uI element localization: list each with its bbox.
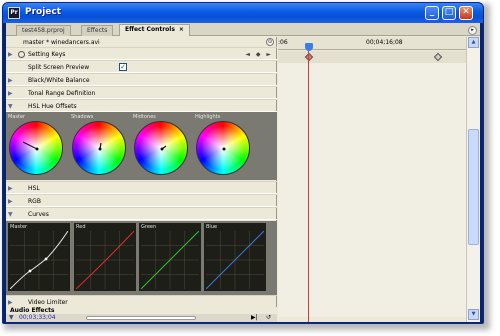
tab-project-file[interactable]: test458.prproj <box>16 25 71 36</box>
tonal-range-label: Tonal Range Definition <box>28 90 96 97</box>
vertical-scrollbar[interactable]: ▲ ▼ <box>466 37 480 322</box>
setting-keys-label: Setting Keys <box>28 51 66 58</box>
video-limiter-label: Video Limiter <box>28 299 68 306</box>
wheel-title: Midtones <box>133 114 156 120</box>
audio-effects-header: Audio Effects <box>6 307 277 314</box>
hsl-label: HSL <box>28 185 40 192</box>
current-timecode[interactable]: 00;03;33;04 <box>19 314 56 321</box>
tab-bar: test458.prproj Effects Effect Controls × … <box>6 23 480 36</box>
expand-triangle-icon[interactable]: ▶ <box>8 198 13 205</box>
row-split-preview: Split Screen Preview ✓ <box>6 60 277 73</box>
wheel-midtones: Midtones <box>131 114 197 176</box>
audio-effects-label: Audio Effects <box>10 307 55 314</box>
color-wheel[interactable] <box>9 121 63 175</box>
curves-area: Master Red Green Blue <box>6 221 277 295</box>
ruler-start-time: :06 <box>278 39 288 46</box>
window-title: Project <box>25 7 62 17</box>
keyframe-track <box>278 51 466 63</box>
scroll-down-arrow-icon[interactable]: ▼ <box>468 309 479 320</box>
row-tonal-range[interactable]: ▶ Tonal Range Definition <box>6 86 277 99</box>
curve-master[interactable]: Master <box>8 223 70 291</box>
expand-triangle-icon[interactable]: ▶ <box>8 77 13 84</box>
hue-wheels-area: Master Shadows Midtones Highlights <box>6 112 277 180</box>
zoom-triangle-icon[interactable]: ▼ <box>9 314 14 321</box>
wheel-title: Master <box>8 114 26 120</box>
close-button[interactable]: ✕ <box>459 6 473 20</box>
curve-blue[interactable]: Blue <box>204 223 266 291</box>
color-wheel[interactable] <box>196 121 250 175</box>
zoom-slider[interactable] <box>86 316 196 320</box>
show-timeline-icon[interactable]: ⊙ <box>266 38 274 46</box>
client-area: test458.prproj Effects Effect Controls × … <box>6 23 480 322</box>
stopwatch-icon[interactable] <box>18 51 25 58</box>
bw-balance-label: Black/White Balance <box>28 77 90 84</box>
keyframe-marker[interactable] <box>304 52 314 62</box>
curve-green[interactable]: Green <box>139 223 201 291</box>
panel-menu-icon[interactable]: ▸ <box>468 26 477 35</box>
playhead-line <box>308 51 309 322</box>
tab-effect-controls[interactable]: Effect Controls × <box>119 24 190 36</box>
time-ruler[interactable]: :06 00;04;16;08 <box>278 37 466 51</box>
expand-triangle-icon[interactable]: ▶ <box>8 51 13 58</box>
project-window: Pr Project _ □ ✕ test458.prproj Effects … <box>2 2 484 324</box>
wheel-shadows: Shadows <box>69 114 135 176</box>
source-clip-label: master * winedancers.avi <box>23 39 100 46</box>
premiere-app-icon: Pr <box>8 7 20 19</box>
wheel-highlights: Highlights <box>193 114 259 176</box>
maximize-button[interactable]: □ <box>442 6 456 20</box>
expand-triangle-icon[interactable]: ▶ <box>8 185 13 192</box>
curves-label: Curves <box>28 211 49 218</box>
row-curves[interactable]: ▼ Curves <box>6 207 277 220</box>
wheel-title: Shadows <box>71 114 94 120</box>
wheel-title: Highlights <box>195 114 221 120</box>
keyframe-nav-icons[interactable]: ◄ ◆ ► <box>245 51 273 58</box>
status-bar: ▼ 00;03;33;04 ▶| ↺ <box>6 314 277 322</box>
playhead-handle[interactable] <box>305 43 313 51</box>
title-bar[interactable]: Pr Project _ □ ✕ <box>3 3 483 23</box>
source-row: master * winedancers.avi ⊙ <box>6 37 277 47</box>
row-hsl[interactable]: ▶ HSL <box>6 181 277 194</box>
keyframe-marker[interactable] <box>433 52 443 62</box>
row-rgb[interactable]: ▶ RGB <box>6 194 277 207</box>
wheel-master: Master <box>6 114 72 176</box>
hsl-offsets-label: HSL Hue Offsets <box>28 103 77 110</box>
expand-triangle-icon[interactable]: ▶ <box>8 299 13 306</box>
color-wheel[interactable] <box>134 121 188 175</box>
loop-icon[interactable]: ↺ <box>266 314 271 321</box>
row-hsl-offsets[interactable]: ▼ HSL Hue Offsets <box>6 99 277 112</box>
collapse-triangle-icon[interactable]: ▼ <box>8 211 13 218</box>
collapse-triangle-icon[interactable]: ▼ <box>8 103 13 110</box>
minimize-button[interactable]: _ <box>425 6 439 20</box>
rgb-label: RGB <box>28 198 41 205</box>
scroll-up-arrow-icon[interactable]: ▲ <box>468 37 479 48</box>
effect-controls-panel: master * winedancers.avi ⊙ ▶ Setting Key… <box>6 37 277 322</box>
scroll-thumb[interactable] <box>468 129 479 245</box>
curve-title: Red <box>76 224 86 230</box>
curve-red[interactable]: Red <box>74 223 136 291</box>
tab-effects[interactable]: Effects <box>81 25 114 36</box>
timeline-panel: :06 00;04;16;08 ▲ ▼ <box>278 37 480 322</box>
play-only-audio-icon[interactable]: ▶| <box>251 314 258 321</box>
tab-close-icon[interactable]: × <box>179 26 184 33</box>
expand-triangle-icon[interactable]: ▶ <box>8 90 13 97</box>
split-preview-label: Split Screen Preview <box>28 64 90 71</box>
split-preview-checkbox[interactable]: ✓ <box>119 63 127 71</box>
curve-title: Blue <box>206 224 218 230</box>
timeline-area[interactable] <box>278 63 466 317</box>
row-bw-balance[interactable]: ▶ Black/White Balance <box>6 73 277 86</box>
ruler-mark-time: 00;04;16;08 <box>366 39 403 46</box>
curve-title: Green <box>141 224 157 230</box>
color-wheel[interactable] <box>72 121 126 175</box>
curve-title: Master <box>10 224 28 230</box>
row-setting-keys[interactable]: ▶ Setting Keys ◄ ◆ ► <box>6 47 277 60</box>
